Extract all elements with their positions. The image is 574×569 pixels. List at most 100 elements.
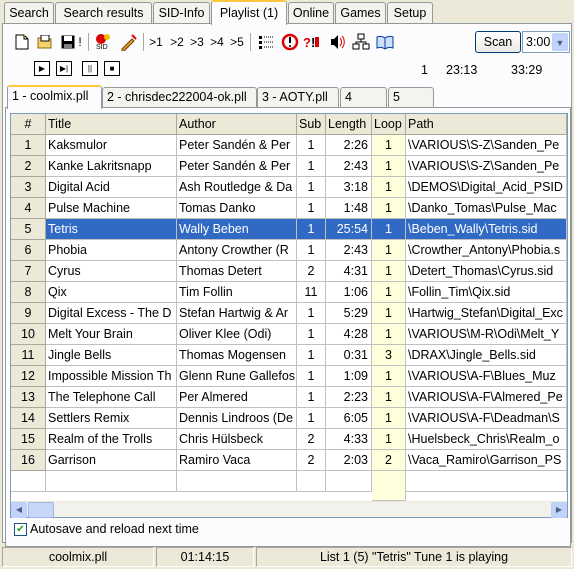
tab-search-results[interactable]: Search results xyxy=(55,2,152,24)
save-playlist-icon[interactable] xyxy=(59,31,77,53)
help-info-icon[interactable]: ?! xyxy=(303,31,321,53)
sub-cell[interactable]: 1 xyxy=(297,135,326,156)
sub-cell[interactable]: 2 xyxy=(297,261,326,282)
loop-cell[interactable]: 3 xyxy=(372,345,406,366)
title-cell[interactable]: Settlers Remix xyxy=(46,408,177,429)
loop-cell[interactable]: 1 xyxy=(372,261,406,282)
author-cell[interactable]: Peter Sandén & Per xyxy=(177,135,297,156)
row-number-cell[interactable]: 5 xyxy=(11,219,46,240)
loop-cell[interactable]: 1 xyxy=(372,198,406,219)
table-row[interactable]: 11 Jingle Bells Thomas Mogensen 1 0:31 3 \DRAX… xyxy=(11,345,567,366)
row-number-cell[interactable]: 15 xyxy=(11,429,46,450)
table-row[interactable]: 3 Digital Acid Ash Routledge & Da 1 3:18 1 \DE… xyxy=(11,177,567,198)
loop-cell[interactable]: 1 xyxy=(372,324,406,345)
path-cell[interactable]: \Detert_Thomas\Cyrus.sid xyxy=(406,261,567,282)
length-cell[interactable]: 1:06 xyxy=(326,282,372,303)
save-as-marker-icon[interactable]: ! xyxy=(76,31,84,53)
sub-cell[interactable]: 1 xyxy=(297,366,326,387)
goto-list-5-button[interactable]: >5 xyxy=(227,31,247,53)
row-number-cell[interactable]: 11 xyxy=(11,345,46,366)
author-cell[interactable]: Wally Beben xyxy=(177,219,297,240)
length-cell[interactable]: 2:43 xyxy=(326,240,372,261)
network-icon[interactable] xyxy=(352,31,370,53)
playlist-tab-4[interactable]: 4 xyxy=(340,87,387,108)
path-cell[interactable]: \VARIOUS\S-Z\Sanden_Pe xyxy=(406,135,567,156)
table-row[interactable]: 6 Phobia Antony Crowther (R 1 2:43 1 \Crowther… xyxy=(11,240,567,261)
row-number-cell[interactable]: 4 xyxy=(11,198,46,219)
column-header-loop[interactable]: Loop xyxy=(372,114,406,135)
author-cell[interactable]: Stefan Hartwig & Ar xyxy=(177,303,297,324)
playlist-grid[interactable]: # Title Author Sub Length Loop Path 1 Kak… xyxy=(10,113,568,518)
sub-cell[interactable]: 1 xyxy=(297,198,326,219)
path-cell[interactable]: \VARIOUS\S-Z\Sanden_Pe xyxy=(406,156,567,177)
column-header-number[interactable]: # xyxy=(11,114,46,135)
play-icon[interactable]: ▶ xyxy=(34,61,50,76)
loop-cell[interactable]: 1 xyxy=(372,366,406,387)
loop-cell[interactable]: 1 xyxy=(372,219,406,240)
loop-cell[interactable]: 2 xyxy=(372,450,406,471)
sub-cell[interactable]: 2 xyxy=(297,450,326,471)
sub-cell[interactable]: 1 xyxy=(297,387,326,408)
tab-sid-info[interactable]: SID-Info xyxy=(153,2,210,24)
sub-cell[interactable]: 1 xyxy=(297,156,326,177)
playlist-tab-1[interactable]: 1 - coolmix.pll xyxy=(7,85,102,109)
length-cell[interactable]: 25:54 xyxy=(326,219,372,240)
sub-cell[interactable]: 1 xyxy=(297,303,326,324)
horizontal-scrollbar[interactable]: ◀ ▶ xyxy=(11,501,567,518)
author-cell[interactable]: Chris Hülsbeck xyxy=(177,429,297,450)
next-track-icon[interactable]: ▶| xyxy=(56,61,72,76)
sub-cell[interactable]: 1 xyxy=(297,345,326,366)
sub-cell[interactable]: 1 xyxy=(297,240,326,261)
loop-cell[interactable]: 1 xyxy=(372,408,406,429)
row-number-cell[interactable]: 14 xyxy=(11,408,46,429)
goto-list-3-button[interactable]: >3 xyxy=(187,31,207,53)
table-row[interactable]: 12 Impossible Mission Th Glenn Rune Gallef… xyxy=(11,366,567,387)
length-cell[interactable]: 1:48 xyxy=(326,198,372,219)
path-cell[interactable]: \Follin_Tim\Qix.sid xyxy=(406,282,567,303)
stop-icon[interactable]: ■ xyxy=(104,61,120,76)
row-number-cell[interactable]: 10 xyxy=(11,324,46,345)
speaker-icon[interactable] xyxy=(328,31,346,53)
table-row[interactable]: 10 Melt Your Brain Oliver Klee (Odi) 1 4:28 1… xyxy=(11,324,567,345)
title-cell[interactable]: Melt Your Brain xyxy=(46,324,177,345)
table-row[interactable]: 1 Kaksmulor Peter Sandén & Per 1 2:26 1 \VARIO… xyxy=(11,135,567,156)
column-header-length[interactable]: Length xyxy=(326,114,372,135)
path-cell[interactable]: \DEMOS\Digital_Acid_PSID xyxy=(406,177,567,198)
table-row[interactable]: 13 The Telephone Call Per Almered 1 2:23 1 \VA… xyxy=(11,387,567,408)
row-number-cell[interactable]: 9 xyxy=(11,303,46,324)
row-number-cell[interactable]: 7 xyxy=(11,261,46,282)
author-cell[interactable]: Tim Follin xyxy=(177,282,297,303)
path-cell[interactable]: \Huelsbeck_Chris\Realm_o xyxy=(406,429,567,450)
length-cell[interactable]: 4:31 xyxy=(326,261,372,282)
title-cell[interactable]: Digital Acid xyxy=(46,177,177,198)
path-cell[interactable]: \VARIOUS\A-F\Deadman\S xyxy=(406,408,567,429)
autosave-checkbox[interactable]: ✔ xyxy=(14,523,27,536)
sub-cell[interactable]: 2 xyxy=(297,429,326,450)
loop-cell[interactable]: 1 xyxy=(372,177,406,198)
table-row[interactable]: 7 Cyrus Thomas Detert 2 4:31 1 \Detert_Thomas\… xyxy=(11,261,567,282)
author-cell[interactable]: Glenn Rune Gallefos xyxy=(177,366,297,387)
sub-cell[interactable]: 1 xyxy=(297,408,326,429)
table-row[interactable]: 9 Digital Excess - The D Stefan Hartwig & … xyxy=(11,303,567,324)
table-row[interactable]: 16 Garrison Ramiro Vaca 2 2:03 2 \Vaca_Ramiro\… xyxy=(11,450,567,471)
scan-button[interactable]: Scan xyxy=(475,31,521,53)
length-cell[interactable]: 5:29 xyxy=(326,303,372,324)
title-cell[interactable]: Kanke Lakritsnapp xyxy=(46,156,177,177)
scrollbar-thumb[interactable] xyxy=(28,502,54,518)
goto-list-4-button[interactable]: >4 xyxy=(207,31,227,53)
title-cell[interactable]: Kaksmulor xyxy=(46,135,177,156)
path-cell[interactable]: \DRAX\Jingle_Bells.sid xyxy=(406,345,567,366)
length-cell[interactable]: 4:28 xyxy=(326,324,372,345)
row-number-cell[interactable]: 6 xyxy=(11,240,46,261)
book-icon[interactable] xyxy=(376,31,394,53)
table-row[interactable]: 2 Kanke Lakritsnapp Peter Sandén & Per 1 2:4… xyxy=(11,156,567,177)
refresh-icon[interactable] xyxy=(281,31,299,53)
author-cell[interactable]: Antony Crowther (R xyxy=(177,240,297,261)
new-playlist-icon[interactable] xyxy=(13,31,31,53)
autosave-label[interactable]: Autosave and reload next time xyxy=(30,522,199,536)
row-number-cell[interactable]: 1 xyxy=(11,135,46,156)
title-cell[interactable]: Cyrus xyxy=(46,261,177,282)
loop-cell[interactable]: 1 xyxy=(372,156,406,177)
loop-cell[interactable]: 1 xyxy=(372,303,406,324)
loop-cell[interactable]: 1 xyxy=(372,240,406,261)
